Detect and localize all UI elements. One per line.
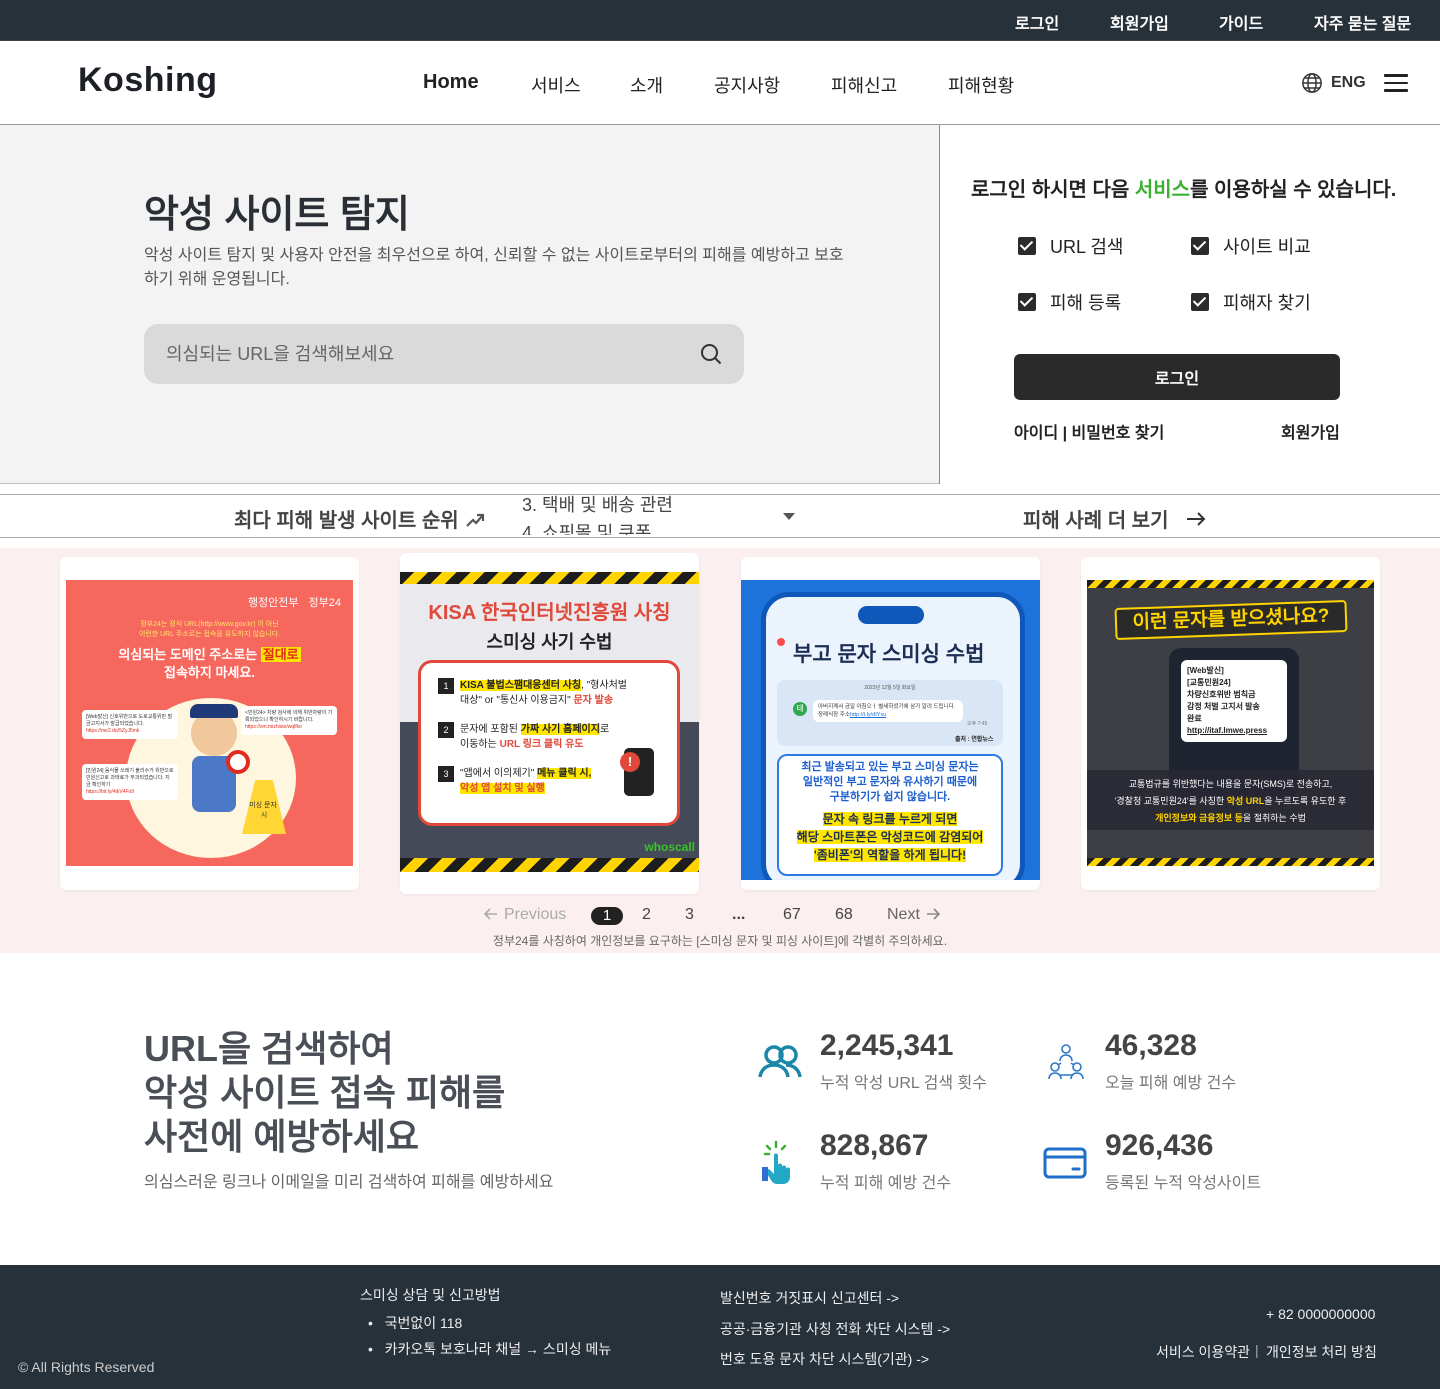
case-image-kisa: KISA 한국인터넷진흥원 사칭 스미싱 사기 수법 1 KISA 불법스팸대응센… xyxy=(400,572,699,872)
login-panel-title: 로그인 하시면 다음 서비스를 이용하실 수 있습니다. xyxy=(971,179,1397,201)
language-switch[interactable]: ENG xyxy=(1301,72,1366,94)
globe-icon xyxy=(1302,73,1322,93)
case-card[interactable]: 이런 문자를 받으셨나요? [Web발신] [교통민원24] 차량신호위반 범칙… xyxy=(1081,557,1380,890)
pagination-next[interactable]: Next xyxy=(887,906,941,924)
stat-label: 누적 피해 예방 건수 xyxy=(820,1175,952,1192)
page-2[interactable]: 2 xyxy=(642,906,651,924)
url-search-input[interactable] xyxy=(166,340,686,368)
page-ellipsis: ... xyxy=(732,906,746,923)
stat-label: 누적 악성 URL 검색 횟수 xyxy=(820,1075,987,1092)
arrow-right-icon xyxy=(926,908,941,920)
ranking-title: 최다 피해 발생 사이트 순위 xyxy=(234,504,485,533)
case-card[interactable]: 행정안전부 정부24 정부24는 정식 URL(http://www.gov.k… xyxy=(60,557,359,890)
case-card[interactable]: KISA 한국인터넷진흥원 사칭 스미싱 사기 수법 1 KISA 불법스팸대응센… xyxy=(400,553,699,894)
footer-terms-link[interactable]: 서비스 이용약관 xyxy=(1156,1342,1250,1362)
stats-title: URL을 검색하여 악성 사이트 접속 피해를 사전에 예방하세요 xyxy=(144,1028,506,1157)
footer-phone: + 82 0000000000 xyxy=(1266,1306,1376,1322)
footer-link-caller-id[interactable]: 발신번호 거짓표시 신고센터 -> xyxy=(720,1288,899,1308)
stat-value: 926,436 xyxy=(1105,1129,1214,1162)
touch-icon xyxy=(762,1140,790,1184)
copyright: © All Rights Reserved xyxy=(18,1359,155,1375)
nav-report[interactable]: 피해신고 xyxy=(831,72,897,98)
service-damage-register[interactable]: 피해 등록 xyxy=(1018,289,1121,315)
menu-icon[interactable] xyxy=(1384,74,1408,92)
stat-label: 등록된 누적 악성사이트 xyxy=(1105,1175,1262,1192)
page-1[interactable]: 1 xyxy=(591,907,623,925)
main-nav: Koshing Home 서비스 소개 공지사항 피해신고 피해현황 ENG xyxy=(0,40,1440,125)
page-3[interactable]: 3 xyxy=(685,906,694,924)
site-logo[interactable]: Koshing xyxy=(78,61,217,100)
footer-link-number-theft-block[interactable]: 번호 도용 문자 차단 시스템(기관) -> xyxy=(720,1349,929,1369)
agency-gov24: 정부24 xyxy=(308,597,341,609)
stat-value: 828,867 xyxy=(820,1129,929,1162)
service-find-victims[interactable]: 피해자 찾기 xyxy=(1191,289,1311,315)
case-image-obituary: 부고 문자 스미싱 수법 2023년 12월 5일 화요일 태 아버지께서 금일… xyxy=(741,580,1040,880)
ranking-item: 4. 쇼핑몰 및 쿠폰 xyxy=(522,523,652,535)
util-guide-link[interactable]: 가이드 xyxy=(1219,10,1263,34)
checkbox-icon xyxy=(1018,293,1036,311)
consult-item: • 국번없이 118 xyxy=(368,1315,463,1331)
checkbox-icon xyxy=(1191,237,1209,255)
ranking-ticker[interactable]: 3. 택배 및 배송 관련 4. 쇼핑몰 및 쿠폰 xyxy=(522,491,782,535)
network-icon xyxy=(1048,1044,1084,1080)
find-account-link[interactable]: 아이디 | 비밀번호 찾기 xyxy=(1014,419,1164,443)
arrow-right-icon xyxy=(1187,511,1206,526)
page-67[interactable]: 67 xyxy=(783,906,801,924)
signup-link[interactable]: 회원가입 xyxy=(1281,419,1340,443)
cases-warning-note: 정부24를 사칭하여 개인정보를 요구하는 [스미싱 문자 및 피싱 사이트]에… xyxy=(492,934,948,948)
page-68[interactable]: 68 xyxy=(835,906,853,924)
checkbox-icon xyxy=(1018,237,1036,255)
pagination: Previous 1 2 3 ... 67 68 Next xyxy=(0,904,1440,928)
nav-status[interactable]: 피해현황 xyxy=(948,72,1014,98)
login-panel: 로그인 하시면 다음 서비스를 이용하실 수 있습니다. URL 검색 사이트 … xyxy=(939,125,1440,484)
stats-subtitle: 의심스러운 링크나 이메일을 미리 검색하여 피해를 예방하세요 xyxy=(144,1174,554,1191)
consult-item: • 카카오톡 보호나라 채널 → 스미싱 메뉴 xyxy=(368,1341,612,1357)
more-cases-link[interactable]: 피해 사례 더 보기 xyxy=(1023,504,1206,533)
case-image-gov24: 행정안전부 정부24 정부24는 정식 URL(http://www.gov.k… xyxy=(66,580,353,866)
damage-cases-section: 행정안전부 정부24 정부24는 정식 URL(http://www.gov.k… xyxy=(0,548,1440,953)
stat-value: 46,328 xyxy=(1105,1029,1197,1062)
users-icon xyxy=(758,1045,802,1078)
chevron-down-icon[interactable] xyxy=(783,513,795,520)
service-site-compare[interactable]: 사이트 비교 xyxy=(1191,233,1311,259)
footer-link-impersonation-block[interactable]: 공공·금융기관 사칭 전화 차단 시스템 -> xyxy=(720,1319,950,1339)
sms-bubble: [Web발신] [교통민원24] 차량신호위반 범칙금 감정 처벌 고지서 발송… xyxy=(1181,660,1287,742)
ranking-bar: 최다 피해 발생 사이트 순위 3. 택배 및 배송 관련 4. 쇼핑몰 및 쿠… xyxy=(0,494,1440,538)
case-card[interactable]: 부고 문자 스미싱 수법 2023년 12월 5일 화요일 태 아버지께서 금일… xyxy=(741,557,1040,890)
login-button[interactable]: 로그인 xyxy=(1014,354,1340,400)
trending-up-icon xyxy=(465,513,484,527)
footer: © All Rights Reserved 스미싱 상담 및 신고방법 • 국번… xyxy=(0,1265,1440,1389)
stat-label: 오늘 피해 예방 건수 xyxy=(1105,1075,1237,1092)
util-login-link[interactable]: 로그인 xyxy=(1015,10,1059,34)
pagination-previous[interactable]: Previous xyxy=(483,906,566,924)
stats-section: URL을 검색하여 악성 사이트 접속 피해를 사전에 예방하세요 의심스러운 … xyxy=(0,963,1440,1255)
nav-home[interactable]: Home xyxy=(423,71,479,94)
stat-value: 2,245,341 xyxy=(820,1029,954,1062)
card-icon xyxy=(1043,1147,1087,1179)
agency-mois: 행정안전부 xyxy=(247,597,299,609)
footer-separator: | xyxy=(1255,1342,1259,1358)
arrow-left-icon xyxy=(483,908,497,920)
nav-notice[interactable]: 공지사항 xyxy=(714,72,780,98)
ranking-item: 3. 택배 및 배송 관련 xyxy=(522,495,673,515)
nav-about[interactable]: 소개 xyxy=(630,72,663,98)
consult-title: 스미싱 상담 및 신고방법 xyxy=(360,1287,501,1303)
top-utility-bar: 로그인 회원가입 가이드 자주 묻는 질문 xyxy=(0,0,1440,40)
nav-service[interactable]: 서비스 xyxy=(531,72,581,98)
footer-privacy-link[interactable]: 개인정보 처리 방침 xyxy=(1266,1342,1377,1362)
service-url-search[interactable]: URL 검색 xyxy=(1018,233,1123,259)
search-icon[interactable] xyxy=(699,342,723,366)
case-image-traffic-fine: 이런 문자를 받으셨나요? [Web발신] [교통민원24] 차량신호위반 범칙… xyxy=(1087,580,1374,866)
hero-description: 악성 사이트 탐지 및 사용자 안전을 최우선으로 하여, 신뢰할 수 없는 사… xyxy=(144,247,844,288)
util-faq-link[interactable]: 자주 묻는 질문 xyxy=(1314,10,1411,34)
checkbox-icon xyxy=(1191,293,1209,311)
language-label: ENG xyxy=(1331,74,1366,91)
url-search-box xyxy=(144,324,744,384)
hero-section: 악성 사이트 탐지 악성 사이트 탐지 및 사용자 안전을 최우선으로 하여, … xyxy=(0,125,1440,484)
hero-title: 악성 사이트 탐지 xyxy=(144,194,410,236)
util-signup-link[interactable]: 회원가입 xyxy=(1110,10,1169,34)
